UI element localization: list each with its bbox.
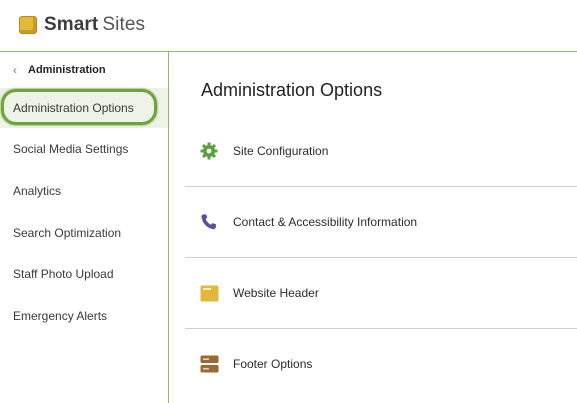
page-title: Administration Options xyxy=(201,80,383,100)
footer-icon xyxy=(199,354,219,374)
sidebar-item-social-media-settings[interactable]: Social Media Settings xyxy=(0,129,168,169)
logo-bold: Smart xyxy=(44,14,99,35)
chevron-left-icon: ‹ xyxy=(13,63,17,77)
option-label: Site Configuration xyxy=(233,144,329,158)
option-label: Contact & Accessibility Information xyxy=(233,215,418,229)
option-label: Footer Options xyxy=(233,357,313,371)
sidebar-back-link[interactable]: ‹ Administration xyxy=(13,62,106,78)
sidebar-item-label: Social Media Settings xyxy=(13,142,129,156)
sidebar-item-label: Search Optimization xyxy=(13,226,122,240)
sidebar-item-search-optimization[interactable]: Search Optimization xyxy=(0,213,168,253)
logo-light: Sites xyxy=(102,14,146,35)
option-footer-options[interactable]: Footer Options xyxy=(185,329,577,399)
sidebar-back-label: Administration xyxy=(28,64,106,76)
option-website-header[interactable]: Website Header xyxy=(185,258,577,329)
option-site-configuration[interactable]: Site Configuration xyxy=(185,116,577,187)
sidebar-item-staff-photo-upload[interactable]: Staff Photo Upload xyxy=(0,254,168,294)
option-contact-accessibility[interactable]: Contact & Accessibility Information xyxy=(185,187,577,258)
sidebar: ‹ Administration Administration Options … xyxy=(0,52,169,403)
top-bar: Smart Sites xyxy=(0,0,577,52)
option-label: Website Header xyxy=(233,286,319,300)
main-content: Administration Options Site Configuratio… xyxy=(169,52,577,403)
smartsites-logo[interactable]: Smart Sites xyxy=(19,14,145,36)
gear-icon xyxy=(199,141,219,161)
sidebar-item-label: Analytics xyxy=(13,184,62,198)
sidebar-item-emergency-alerts[interactable]: Emergency Alerts xyxy=(0,296,168,336)
sidebar-item-label: Staff Photo Upload xyxy=(13,267,114,281)
phone-icon xyxy=(199,212,219,232)
sidebar-item-label: Emergency Alerts xyxy=(13,309,108,323)
logo-icon xyxy=(19,16,37,34)
logo-text: Smart Sites xyxy=(44,14,145,36)
sidebar-item-analytics[interactable]: Analytics xyxy=(0,171,168,211)
header-window-icon xyxy=(199,283,219,303)
active-item-highlight xyxy=(1,89,157,125)
